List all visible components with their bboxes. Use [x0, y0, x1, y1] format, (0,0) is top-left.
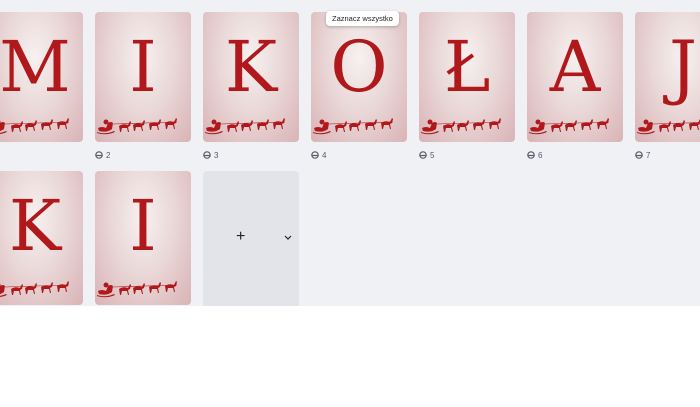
page-thumbnail[interactable]: K [203, 12, 299, 142]
page-card-8[interactable]: K [0, 171, 83, 305]
page-letter: K [8, 185, 62, 267]
page-letter: A [549, 26, 601, 108]
page-letter: K [224, 26, 278, 108]
page-label: 5 [419, 148, 434, 162]
page-thumbnail[interactable]: Ł [419, 12, 515, 142]
santa-sleigh-icon [97, 117, 178, 135]
page-label: 6 [527, 148, 542, 162]
page-letter: I [129, 185, 157, 267]
page-thumbnail[interactable]: K [0, 171, 83, 305]
page-number: 5 [430, 150, 435, 160]
select-all-tooltip[interactable]: Zaznacz wszystko [326, 11, 399, 26]
page-icon [419, 151, 427, 159]
page-letter: O [330, 26, 388, 108]
page-card-2[interactable]: I 2 [95, 12, 191, 160]
santa-sleigh-icon [637, 117, 700, 135]
add-page-button[interactable]: + [203, 171, 299, 306]
page-letter: I [129, 26, 157, 108]
page-icon [527, 151, 535, 159]
page-icon [635, 151, 643, 159]
page-letter: Ł [443, 26, 491, 108]
page-card-4[interactable]: O 4 [311, 12, 407, 160]
page-icon [311, 151, 319, 159]
page-card-1[interactable]: M [0, 12, 83, 142]
santa-sleigh-icon [0, 117, 70, 135]
page-number: 3 [214, 150, 219, 160]
page-number: 4 [322, 150, 327, 160]
page-card-5[interactable]: Ł 5 [419, 12, 515, 160]
page-label: 2 [95, 148, 110, 162]
santa-sleigh-icon [97, 280, 178, 298]
page-number: 2 [106, 150, 111, 160]
page-number: 7 [646, 150, 651, 160]
page-thumbnail[interactable]: I [95, 12, 191, 142]
page-card-6[interactable]: A 6 [527, 12, 623, 160]
page-thumbnail[interactable]: A [527, 12, 623, 142]
page-number: 6 [538, 150, 543, 160]
page-letter: M [0, 26, 71, 108]
santa-sleigh-icon [529, 117, 610, 135]
santa-sleigh-icon [421, 117, 502, 135]
page-icon [95, 151, 103, 159]
page-card-7[interactable]: J 7 [635, 12, 700, 160]
page-letter: J [668, 26, 698, 108]
page-label: 4 [311, 148, 326, 162]
page-label: 7 [635, 148, 650, 162]
page-card-9[interactable]: I [95, 171, 191, 305]
plus-icon[interactable]: + [236, 229, 245, 245]
page-label: 3 [203, 148, 218, 162]
page-thumbnail[interactable]: O [311, 12, 407, 142]
page-icon [203, 151, 211, 159]
santa-sleigh-icon [313, 117, 394, 135]
santa-sleigh-icon [0, 280, 70, 298]
pages-grid: M I 2 K 3 O 4 Ł 5 A 6 J 7 K I + Zaznacz … [0, 0, 700, 306]
santa-sleigh-icon [205, 117, 286, 135]
chevron-down-icon[interactable] [283, 234, 293, 242]
page-thumbnail[interactable]: M [0, 12, 83, 142]
page-thumbnail[interactable]: I [95, 171, 191, 305]
page-thumbnail[interactable]: J [635, 12, 700, 142]
page-card-3[interactable]: K 3 [203, 12, 299, 160]
